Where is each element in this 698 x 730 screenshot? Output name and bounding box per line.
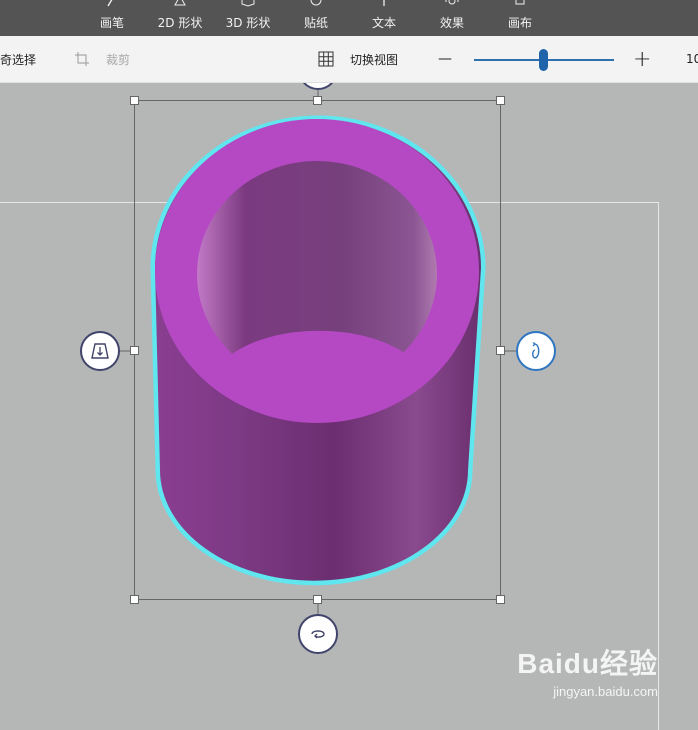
- toggle-view-label: 切换视图: [350, 52, 399, 67]
- resize-handle-bottom[interactable]: [313, 595, 322, 604]
- zoom-value: 10: [686, 36, 698, 82]
- watermark-logo-text: Baidu经验: [517, 648, 658, 679]
- rotate-y-icon: [532, 341, 540, 359]
- resize-handle-top[interactable]: [313, 96, 322, 105]
- grid-icon: [318, 51, 334, 67]
- resize-handle-top-right[interactable]: [496, 96, 505, 105]
- watermark-url: jingyan.baidu.com: [553, 684, 658, 699]
- resize-handle-bottom-right[interactable]: [496, 595, 505, 604]
- zoom-plus-icon: +: [633, 46, 652, 72]
- resize-handle-left[interactable]: [130, 346, 139, 355]
- watermark: Baidu经验 jingyan.baidu.com: [517, 642, 658, 699]
- magic-select-label: 奇选择: [0, 52, 37, 67]
- resize-handle-top-left[interactable]: [130, 96, 139, 105]
- zoom-value-text: 10: [686, 52, 698, 66]
- zoom-slider-thumb[interactable]: [539, 49, 548, 71]
- depth-icon: [91, 343, 109, 359]
- rotate-z-control[interactable]: [298, 614, 338, 654]
- zoom-in-button[interactable]: +: [633, 36, 651, 82]
- zoom-out-button[interactable]: —: [438, 36, 452, 82]
- rotate-y-control[interactable]: [516, 331, 556, 371]
- crop-label: 裁剪: [106, 52, 131, 67]
- magic-select-button[interactable]: 奇选择: [0, 36, 36, 82]
- crop-button[interactable]: 裁剪: [74, 36, 130, 82]
- toggle-view-button[interactable]: 切换视图: [318, 36, 398, 82]
- resize-handle-bottom-left[interactable]: [130, 595, 139, 604]
- crop-icon: [75, 52, 89, 66]
- depth-control[interactable]: [80, 331, 120, 371]
- rotate-z-icon: [311, 630, 325, 639]
- resize-handle-right[interactable]: [496, 346, 505, 355]
- zoom-minus-icon: —: [438, 51, 452, 67]
